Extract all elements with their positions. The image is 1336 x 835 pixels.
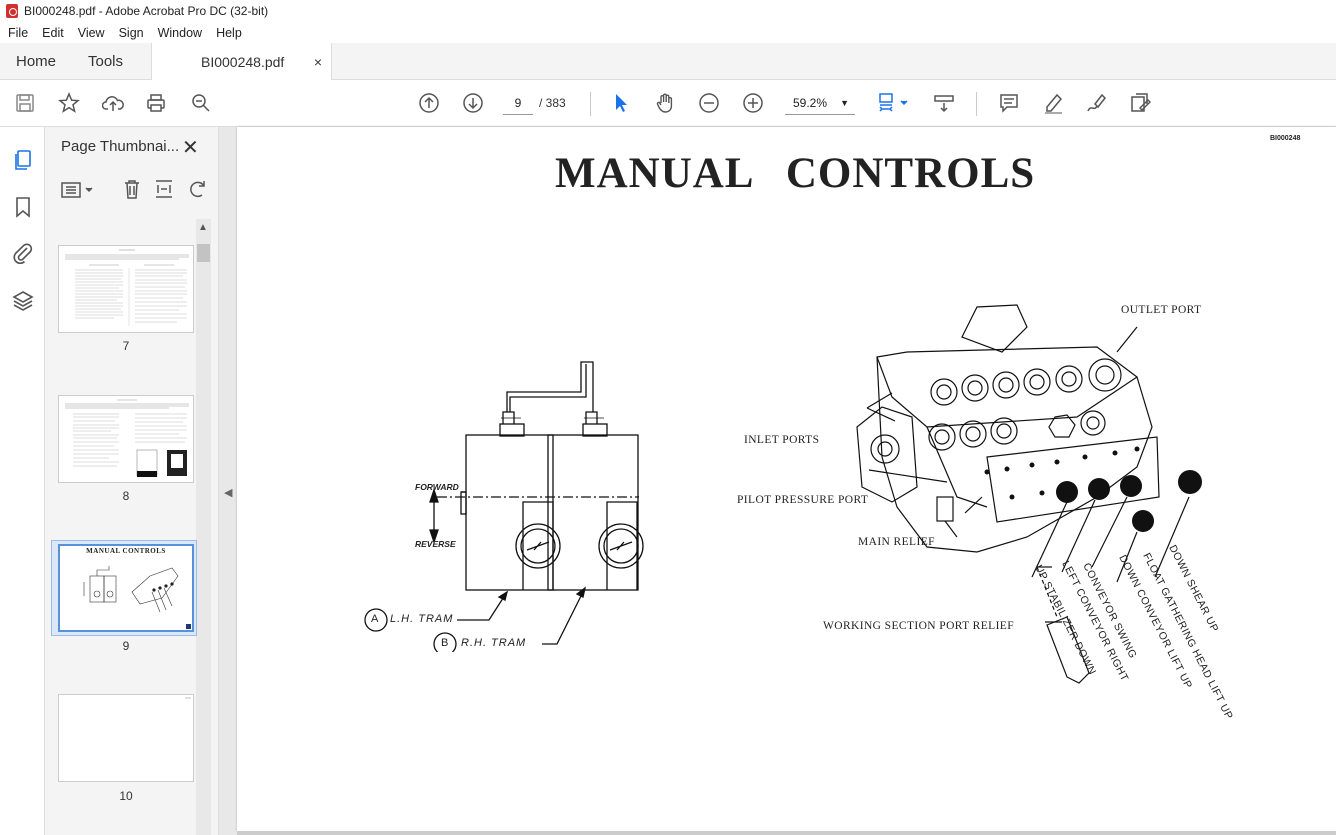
inlet-ports-label: INLET PORTS <box>744 434 820 446</box>
select-cursor-icon[interactable] <box>608 90 634 116</box>
upload-cloud-icon[interactable] <box>100 90 126 116</box>
page-thumbnails-panel: Page Thumbnai... ✕ ▲ 7 8 MANUAL CONTROLS… <box>45 127 219 835</box>
zoom-value: 59.2% <box>793 96 828 110</box>
menu-window[interactable]: Window <box>151 26 209 40</box>
menu-file[interactable]: File <box>0 26 35 40</box>
thumbnail-page-8[interactable] <box>58 395 194 483</box>
toolbar-divider <box>590 92 591 116</box>
next-page-icon[interactable] <box>460 90 486 116</box>
edit-pdf-icon[interactable] <box>1127 90 1153 116</box>
zoom-out-icon[interactable] <box>696 90 722 116</box>
thumbnail-preview <box>185 697 191 699</box>
rh-tram-label: R.H. TRAM <box>461 637 527 649</box>
document-id: BI000248 <box>1270 135 1301 142</box>
zoom-in-icon[interactable] <box>740 90 766 116</box>
outlet-port-label: OUTLET PORT <box>1121 304 1202 316</box>
left-navigation-rail <box>0 127 45 835</box>
title-bar: BI000248.pdf - Adobe Acrobat Pro DC (32-… <box>0 0 1336 22</box>
delete-trash-icon[interactable] <box>121 178 143 200</box>
page-thumbnails-icon[interactable] <box>11 148 35 172</box>
menu-sign[interactable]: Sign <box>112 26 151 40</box>
thumbnail-options-icon[interactable] <box>61 180 95 200</box>
main-relief-label: MAIN RELIEF <box>858 536 935 548</box>
thumbnail-label: 7 <box>122 339 130 353</box>
menu-help[interactable]: Help <box>209 26 249 40</box>
reverse-label: REVERSE <box>415 539 456 549</box>
tab-document[interactable]: BI000248.pdf × <box>151 43 332 81</box>
page-total: / 383 <box>539 96 566 110</box>
tab-home[interactable]: Home <box>16 43 56 80</box>
working-section-port-relief-label: WORKING SECTION PORT RELIEF <box>823 620 1015 632</box>
menu-view[interactable]: View <box>71 26 112 40</box>
thumbnail-page-9[interactable]: MANUAL CONTROLS <box>58 544 194 632</box>
hand-tool-icon[interactable] <box>652 90 678 116</box>
forward-label: FORWARD <box>415 482 459 492</box>
collapse-panel-icon[interactable]: ◀ <box>224 486 232 499</box>
thumbnail-page-10[interactable] <box>58 694 194 782</box>
window-title: BI000248.pdf - Adobe Acrobat Pro DC (32-… <box>24 4 269 18</box>
rotate-page-icon[interactable] <box>186 178 208 200</box>
chevron-down-icon: ▼ <box>840 98 849 108</box>
extract-pages-icon[interactable] <box>153 178 175 200</box>
panel-title: Page Thumbnai... <box>61 138 180 155</box>
thumbnail-page-7[interactable] <box>58 245 194 333</box>
pdf-page: BI000248 MANUAL CONTROLS FORWARD REVERSE… <box>237 127 1336 831</box>
acrobat-pdf-icon <box>6 4 18 18</box>
layers-icon[interactable] <box>11 289 35 313</box>
fit-page-icon[interactable] <box>875 90 911 116</box>
close-icon[interactable]: ✕ <box>182 135 199 160</box>
rh-tram-letter: B <box>441 637 450 649</box>
page-number-input[interactable]: 9 <box>503 91 533 115</box>
tab-document-label: BI000248.pdf <box>201 54 285 70</box>
tram-control-diagram <box>364 361 644 652</box>
lh-tram-letter: A <box>371 613 380 625</box>
page-title: MANUAL CONTROLS <box>555 150 1036 197</box>
pilot-pressure-port-label: PILOT PRESSURE PORT <box>737 494 869 506</box>
menu-bar: File Edit View Sign Window Help <box>0 22 1336 43</box>
thumbnail-preview <box>65 249 189 326</box>
bookmark-star-icon[interactable] <box>56 90 82 116</box>
scroll-up-icon[interactable]: ▲ <box>198 222 208 233</box>
toolbar-divider <box>976 92 977 116</box>
panel-toolbar <box>45 171 219 207</box>
bookmarks-icon[interactable] <box>11 195 35 219</box>
highlight-pen-icon[interactable] <box>1040 90 1066 116</box>
save-icon[interactable] <box>12 90 38 116</box>
tab-tools[interactable]: Tools <box>88 43 123 80</box>
horizontal-scrollbar[interactable] <box>237 831 1336 835</box>
main-toolbar <box>0 80 1336 127</box>
thumbnail-preview <box>65 399 189 477</box>
thumbnail-label: 8 <box>122 489 130 503</box>
print-icon[interactable] <box>143 90 169 116</box>
scroll-mode-icon[interactable] <box>931 90 957 116</box>
draw-sign-icon[interactable] <box>1083 90 1109 116</box>
thumbnail-scrollbar[interactable] <box>196 219 211 835</box>
thumbnail-label: 9 <box>122 639 130 653</box>
attachments-paperclip-icon[interactable] <box>11 241 35 265</box>
menu-edit[interactable]: Edit <box>35 26 71 40</box>
tab-bar: Home Tools BI000248.pdf × <box>0 43 1336 81</box>
thumbnail-label: 10 <box>119 789 133 803</box>
scrollbar-thumb[interactable] <box>197 244 210 262</box>
lh-tram-label: L.H. TRAM <box>390 613 454 625</box>
thumbnail-mini-title: MANUAL CONTROLS <box>86 547 166 555</box>
comment-icon[interactable] <box>996 90 1022 116</box>
previous-page-icon[interactable] <box>416 90 442 116</box>
tab-close-icon[interactable]: × <box>314 54 322 70</box>
search-zoom-icon[interactable] <box>188 90 214 116</box>
zoom-level-select[interactable]: 59.2% ▼ <box>785 91 855 115</box>
thumbnail-preview <box>83 566 191 629</box>
